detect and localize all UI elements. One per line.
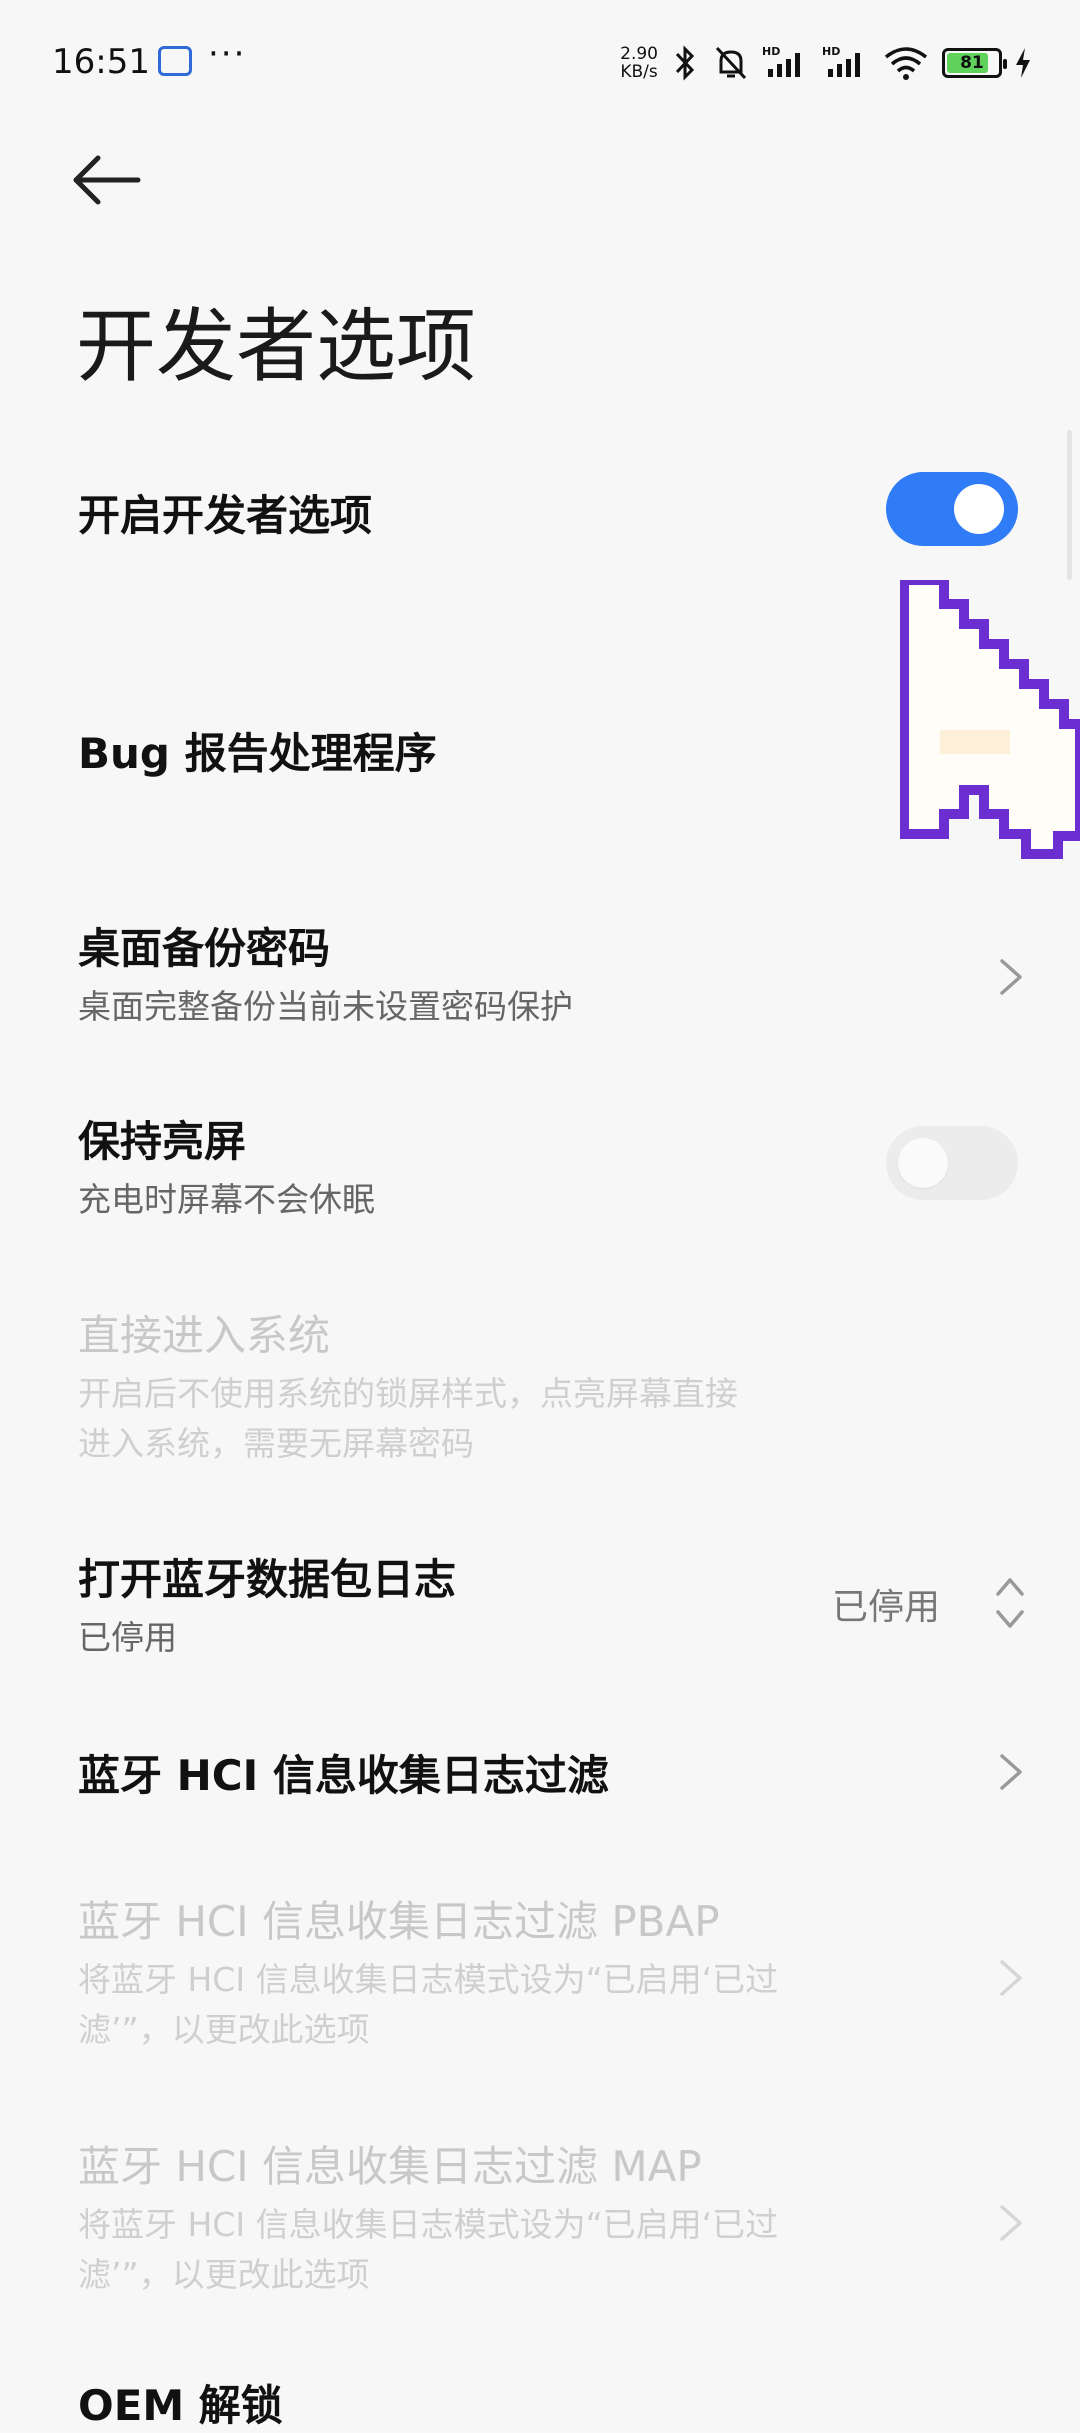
setting-value: 已停用	[831, 1587, 940, 1628]
scrollbar[interactable]	[1067, 430, 1072, 580]
wifi-icon	[882, 43, 930, 83]
setting-bluetooth-packet-log[interactable]: 打开蓝牙数据包日志 已停用 已停用	[78, 1546, 1030, 1666]
developer-options-toggle[interactable]	[886, 472, 1018, 546]
toggle-knob	[898, 1138, 948, 1188]
bluetooth-icon	[670, 43, 700, 83]
setting-title: 蓝牙 HCI 信息收集日志过滤 MAP	[78, 2142, 702, 2191]
status-icons: 2.90 KB/s HD HD 81	[620, 38, 1032, 88]
chevron-right-icon	[1000, 1960, 1022, 1996]
setting-title: 桌面备份密码	[78, 924, 331, 973]
network-speed: 2.90 KB/s	[620, 44, 658, 82]
setting-bluetooth-hci-log-filter[interactable]: 蓝牙 HCI 信息收集日志过滤	[78, 1742, 1030, 1802]
status-time: 16:51	[52, 42, 150, 82]
battery-icon: 81	[942, 48, 1007, 78]
setting-oem-unlock[interactable]: OEM 解锁	[78, 2372, 1030, 2432]
setting-title: 蓝牙 HCI 信息收集日志过滤	[78, 1751, 609, 1800]
chevron-right-icon	[1000, 1754, 1022, 1790]
chevron-right-icon	[1000, 959, 1022, 995]
arrow-left-icon	[73, 155, 141, 205]
setting-subtitle: 将蓝牙 HCI 信息收集日志模式设为“已启用‘已过 滤’”，以更改此选项	[78, 1960, 779, 2049]
mute-bell-icon	[712, 43, 750, 83]
page-title: 开发者选项	[76, 300, 476, 393]
setting-title: 直接进入系统	[78, 1311, 331, 1360]
toggle-knob	[954, 484, 1004, 534]
setting-subtitle: 充电时屏幕不会休眠	[78, 1180, 375, 1219]
signal-hd-1-icon: HD	[762, 43, 810, 83]
setting-subtitle: 将蓝牙 HCI 信息收集日志模式设为“已启用‘已过 滤’”，以更改此选项	[78, 2205, 779, 2294]
app-notification-icon	[158, 46, 192, 76]
setting-direct-enter-system: 直接进入系统 开启后不使用系统的锁屏样式，点亮屏幕直接 进入系统，需要无屏幕密码	[78, 1302, 1030, 1463]
setting-desktop-backup-password[interactable]: 桌面备份密码 桌面完整备份当前未设置密码保护	[78, 915, 1030, 1035]
chevron-up-down-icon	[996, 1578, 1024, 1628]
chevron-right-icon	[1000, 2205, 1022, 2241]
pointer-cursor-icon	[900, 580, 1080, 859]
setting-title: 蓝牙 HCI 信息收集日志过滤 PBAP	[78, 1897, 720, 1946]
setting-subtitle: 开启后不使用系统的锁屏样式，点亮屏幕直接 进入系统，需要无屏幕密码	[78, 1374, 738, 1463]
charging-icon	[1014, 46, 1032, 80]
setting-bluetooth-hci-filter-map: 蓝牙 HCI 信息收集日志过滤 MAP 将蓝牙 HCI 信息收集日志模式设为“已…	[78, 2133, 1030, 2294]
more-notifications-icon: ···	[208, 34, 247, 74]
setting-enable-developer-options[interactable]: 开启开发者选项	[78, 470, 1030, 550]
back-button[interactable]	[70, 150, 150, 230]
setting-bluetooth-hci-filter-pbap: 蓝牙 HCI 信息收集日志过滤 PBAP 将蓝牙 HCI 信息收集日志模式设为“…	[78, 1888, 1030, 2049]
svg-text:HD: HD	[762, 45, 780, 58]
setting-bug-report-handler[interactable]: Bug 报告处理程序	[78, 720, 1030, 781]
setting-title: Bug 报告处理程序	[78, 729, 437, 778]
setting-subtitle: 桌面完整备份当前未设置密码保护	[78, 987, 573, 1026]
setting-stay-awake[interactable]: 保持亮屏 充电时屏幕不会休眠	[78, 1108, 1030, 1228]
signal-hd-2-icon: HD	[822, 43, 870, 83]
setting-title: OEM 解锁	[78, 2381, 283, 2430]
stay-awake-toggle[interactable]	[886, 1126, 1018, 1200]
status-bar: 16:51 ··· 2.90 KB/s HD HD 81	[0, 0, 1080, 130]
svg-text:HD: HD	[822, 45, 840, 58]
